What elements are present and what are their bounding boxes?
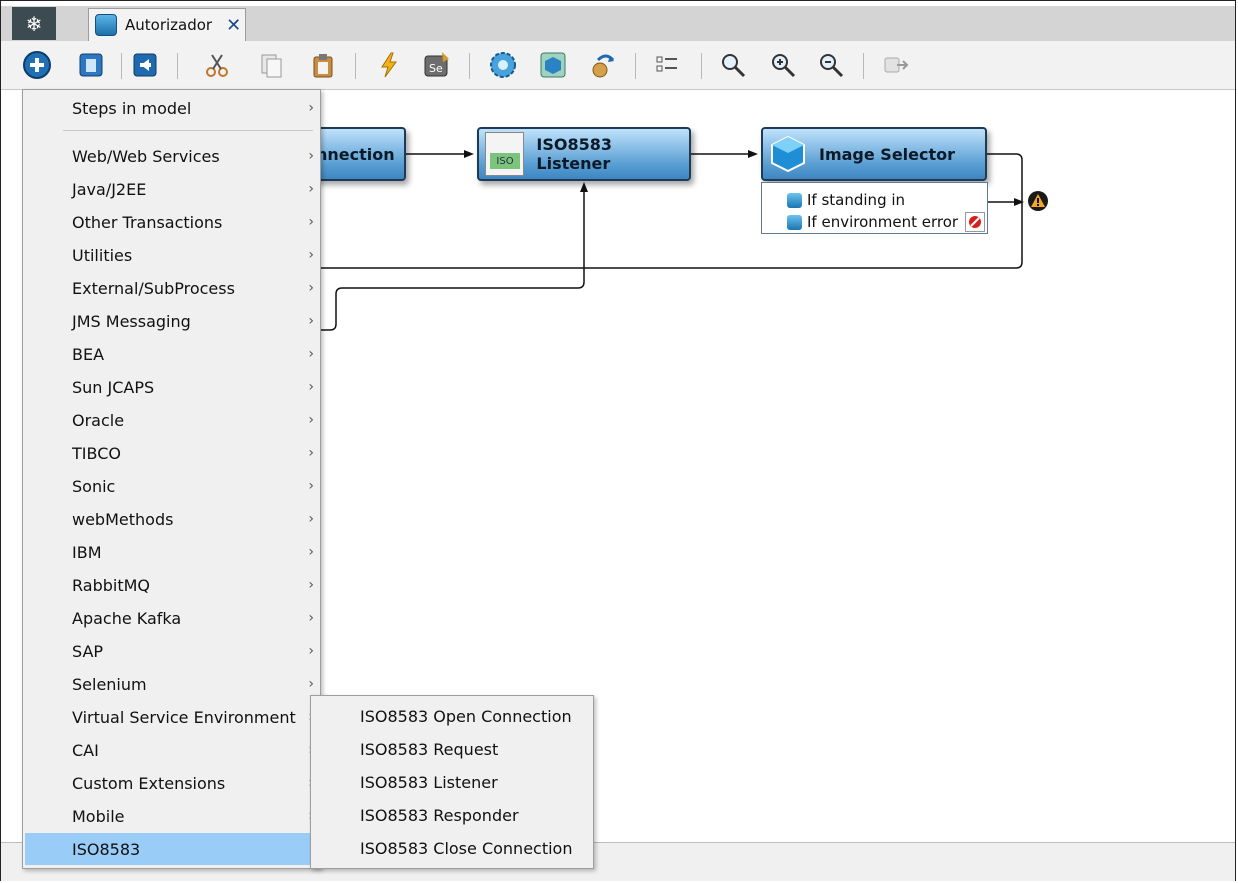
menu-item-jms-messaging[interactable]: JMS Messaging › [23,305,320,337]
chevron-right-icon: › [308,100,314,116]
menu-item-tibco[interactable]: TIBCO › [23,437,320,469]
menu-item-mobile[interactable]: Mobile› [23,800,320,832]
menu-item-steps-in-model[interactable]: Steps in model › [23,92,320,124]
menu-item-sonic[interactable]: Sonic › [23,470,320,502]
cube-icon [787,214,802,230]
menu-item-label: ISO8583 [72,839,141,859]
node-label: nnection [316,144,395,164]
image-selector-step[interactable]: Image Selector [761,127,987,181]
chevron-right-icon: › [308,643,314,659]
branch-environment-error[interactable]: If environment error [787,212,986,232]
menu-item-label: SAP [72,641,104,661]
menu-item-apache-kafka[interactable]: Apache Kafka › [23,602,320,634]
menu-item-label: Java/J2EE [72,179,147,199]
submenu-item-label: ISO8583 Responder [360,805,519,825]
menu-item-bea[interactable]: BEA › [23,338,320,370]
iso8583-listener-step[interactable]: ISO ISO8583 Listener [477,127,691,181]
menu-item-label: Utilities [72,245,133,265]
menu-item-label: Sun JCAPS [72,377,155,397]
chevron-right-icon: › [308,610,314,626]
submenu-item-request[interactable]: ISO8583 Request [311,733,593,765]
chevron-right-icon: › [308,148,314,164]
menu-item-selenium[interactable]: Selenium › [23,668,320,700]
menu-item-cai[interactable]: CAI› [23,734,320,766]
node-label: Image Selector [819,144,956,164]
submenu-item-close-connection[interactable]: ISO8583 Close Connection [311,832,593,864]
stop-icon [965,212,986,232]
menu-item-sun-jcaps[interactable]: Sun JCAPS › [23,371,320,403]
menu-item-custom-extensions[interactable]: Custom Extensions› [23,767,320,799]
cube-icon [787,192,802,208]
chevron-right-icon: › [308,379,314,395]
submenu-item-label: ISO8583 Close Connection [360,838,573,858]
step-branches: If standing in If environment error [761,182,988,234]
chevron-right-icon: › [308,412,314,428]
menu-item-label: Sonic [72,476,116,496]
chevron-right-icon: › [308,280,314,296]
submenu-item-label: ISO8583 Open Connection [360,706,572,726]
menu-item-oracle[interactable]: Oracle › [23,404,320,436]
menu-item-label: Web/Web Services [72,146,220,166]
menu-item-label: Steps in model [72,98,192,118]
menu-separator [63,130,313,131]
menu-item-web-services[interactable]: Web/Web Services › [23,140,320,172]
chevron-right-icon: › [308,445,314,461]
menu-item-external-subprocess[interactable]: External/SubProcess › [23,272,320,304]
menu-item-webmethods[interactable]: webMethods › [23,503,320,535]
branch-label: If standing in [807,191,906,209]
chevron-right-icon: › [308,313,314,329]
menu-item-java-j2ee[interactable]: Java/J2EE › [23,173,320,205]
branch-standing-in[interactable]: If standing in [787,191,905,209]
menu-item-label: Virtual Service Environment [72,707,296,727]
chevron-right-icon: › [308,247,314,263]
cube-icon [769,135,807,173]
iso-document-icon: ISO [485,132,525,176]
chevron-right-icon: › [308,214,314,230]
menu-item-label: Oracle [72,410,125,430]
chevron-right-icon: › [308,181,314,197]
menu-item-ibm[interactable]: IBM › [23,536,320,568]
chevron-right-icon: › [308,511,314,527]
chevron-right-icon: › [308,544,314,560]
menu-item-label: CAI [72,740,99,760]
chevron-right-icon: › [308,478,314,494]
submenu-item-listener[interactable]: ISO8583 Listener [311,766,593,798]
chevron-right-icon: › [308,577,314,593]
add-step-menu: Steps in model › Web/Web Services › Java/J… [22,89,322,869]
menu-item-label: Apache Kafka [72,608,182,628]
menu-item-label: JMS Messaging [72,311,191,331]
menu-item-label: IBM [72,542,102,562]
menu-item-label: BEA [72,344,105,364]
branch-label: If environment error [807,213,959,231]
menu-item-label: RabbitMQ [72,575,150,595]
chevron-right-icon: › [308,676,314,692]
warning-icon[interactable] [1027,190,1049,212]
menu-item-label: webMethods [72,509,174,529]
submenu-item-label: ISO8583 Listener [360,772,498,792]
menu-item-other-transactions[interactable]: Other Transactions › [23,206,320,238]
iso-badge: ISO [490,153,520,169]
menu-item-label: TIBCO [72,443,121,463]
submenu-item-open-connection[interactable]: ISO8583 Open Connection [311,700,593,732]
chevron-right-icon: › [308,346,314,362]
menu-item-utilities[interactable]: Utilities › [23,239,320,271]
node-label: ISO8583 Listener [536,135,613,173]
menu-item-label: Custom Extensions [72,773,226,793]
menu-item-virtual-service-environment[interactable]: Virtual Service Environment› [23,701,320,733]
menu-item-iso8583[interactable]: ISO8583› [25,833,322,865]
submenu-item-responder[interactable]: ISO8583 Responder [311,799,593,831]
menu-item-label: Selenium [72,674,147,694]
iso8583-submenu: ISO8583 Open Connection ISO8583 Request … [310,695,594,869]
menu-item-label: Other Transactions [72,212,223,232]
menu-item-label: Mobile [72,806,125,826]
menu-item-sap[interactable]: SAP › [23,635,320,667]
submenu-item-label: ISO8583 Request [360,739,499,759]
menu-item-label: External/SubProcess [72,278,235,298]
menu-item-rabbitmq[interactable]: RabbitMQ › [23,569,320,601]
